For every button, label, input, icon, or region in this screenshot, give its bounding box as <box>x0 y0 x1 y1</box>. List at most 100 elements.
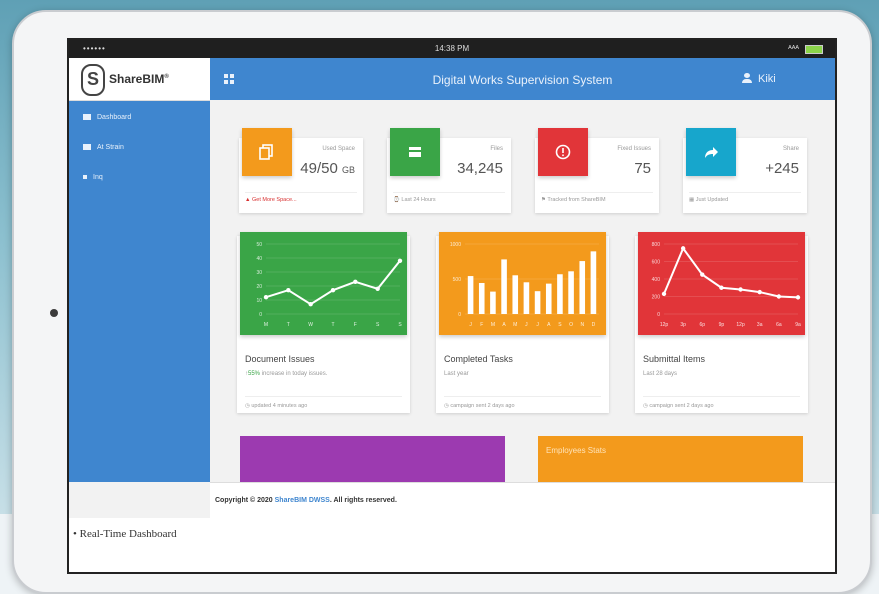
data-point <box>397 258 403 263</box>
chart-subtitle: Last year <box>444 371 469 377</box>
sidebar-item-label: Inq <box>93 174 103 181</box>
y-tick-label: 40 <box>256 256 262 262</box>
stat-label: Files <box>490 146 503 152</box>
data-point <box>661 291 667 297</box>
sidebar-item-dashboard[interactable]: Dashboard <box>83 114 131 121</box>
stat-footer[interactable]: ▲ Get More Space... <box>245 197 297 203</box>
chart-title: Submittal Items <box>643 354 706 364</box>
status-bar: •••••• 14:38 PM ᴬᴬᴬ <box>69 40 835 58</box>
y-tick-label: 50 <box>256 242 262 248</box>
x-tick-label: N <box>580 322 584 328</box>
stat-footer: ⌚ Last 24 Hours <box>393 197 436 203</box>
data-point <box>757 289 762 295</box>
chart-submittal-items: 0 200 400 600 800 12p 3p 6p 9p 12p 3a 6a 9a <box>638 232 805 335</box>
y-tick-label: 30 <box>256 270 262 276</box>
y-tick-label: 0 <box>657 312 660 318</box>
user-icon[interactable] <box>742 73 752 83</box>
bar <box>478 282 485 314</box>
caption: • Real-Time Dashboard <box>73 528 177 540</box>
y-tick-label: 800 <box>652 242 661 248</box>
chart-completed-tasks: 0 500 1000 J F M A M J J A S O N D <box>439 232 606 335</box>
stat-card-files[interactable]: Files 34,245 ⌚ Last 24 Hours <box>387 128 511 213</box>
x-tick-label: 9p <box>719 322 725 328</box>
chart-footer: ◷ campaign sent 2 days ago <box>643 396 800 409</box>
bar <box>557 274 563 314</box>
footer-brand-link[interactable]: ShareBIM DWSS <box>275 497 330 504</box>
chart-footer: ◷ updated 4 minutes ago <box>245 396 402 409</box>
x-tick-label: F <box>354 322 357 328</box>
bar <box>568 271 574 314</box>
y-tick-label: 0 <box>259 312 262 318</box>
stat-value: 49/50 GB <box>300 160 355 177</box>
x-tick-label: T <box>331 322 334 328</box>
info-icon <box>538 128 588 176</box>
divider <box>689 192 801 193</box>
chart-subtitle: ↑55% increase in today issues. <box>245 371 328 377</box>
bottom-card-title: Employees Stats <box>546 446 607 455</box>
stat-card-fixed-issues[interactable]: Fixed Issues 75 ⚑ Tracked from ShareBIM <box>535 128 659 213</box>
divider <box>245 192 357 193</box>
data-point <box>308 302 313 307</box>
stat-card-used-space[interactable]: Used Space 49/50 GB ▲ Get More Space... <box>239 128 363 213</box>
x-tick-label: M <box>491 322 495 328</box>
x-tick-label: 12p <box>736 322 745 328</box>
x-tick-label: A <box>547 322 551 328</box>
bar <box>545 283 552 314</box>
copyright: Copyright © 2020 ShareBIM DWSS. All righ… <box>215 497 397 504</box>
chart-footer: ◷ campaign sent 2 days ago <box>444 396 601 409</box>
user-name[interactable]: Kiki <box>758 73 776 85</box>
x-tick-label: 3p <box>680 322 686 328</box>
chart-card-submittal-items[interactable]: 0 200 400 600 800 12p 3p 6p 9p 12p 3a 6a 9a Submitta… <box>635 232 808 413</box>
series-line <box>265 260 401 306</box>
x-tick-label: 9a <box>795 322 801 328</box>
data-point <box>353 279 358 284</box>
stat-label: Share <box>782 146 799 152</box>
bar <box>501 259 507 314</box>
y-tick-label: 1000 <box>450 242 461 248</box>
x-tick-label: 6p <box>700 322 706 328</box>
data-point <box>680 246 686 251</box>
x-tick-label: O <box>569 322 573 328</box>
logo[interactable]: S ShareBIM® <box>69 58 210 101</box>
chart-title: Completed Tasks <box>444 354 513 364</box>
y-tick-label: 400 <box>652 277 661 283</box>
data-point <box>776 294 782 299</box>
sidebar-item-inq[interactable]: Inq <box>83 174 103 181</box>
battery-icon <box>805 45 823 54</box>
x-tick-label: 12p <box>660 322 669 328</box>
home-icon <box>83 144 91 151</box>
sidebar-item-at-strain[interactable]: At Strain <box>83 144 124 151</box>
y-tick-label: 200 <box>652 295 661 301</box>
data-point <box>286 288 291 293</box>
tablet-screen: •••••• 14:38 PM ᴬᴬᴬ S ShareBIM® Dashboar… <box>67 38 837 574</box>
x-tick-label: J <box>536 322 539 328</box>
y-tick-label: 10 <box>256 298 262 304</box>
stat-label: Used Space <box>322 146 355 152</box>
data-point <box>719 285 724 290</box>
y-tick-label: 0 <box>458 312 461 318</box>
x-tick-label: J <box>469 322 472 328</box>
x-tick-label: M <box>513 322 517 328</box>
stat-value: 34,245 <box>457 160 503 177</box>
camera-dot <box>50 309 58 317</box>
chart-card-completed-tasks[interactable]: 0 500 1000 J F M A M J J A S O N D Completed Tasks Las… <box>436 232 609 413</box>
signal-indicator: ᴬᴬᴬ <box>788 44 799 53</box>
logo-mark-icon: S <box>81 64 105 96</box>
stat-footer: ⚑ Tracked from ShareBIM <box>541 197 606 203</box>
status-time: 14:38 PM <box>434 44 470 53</box>
x-tick-label: J <box>525 322 528 328</box>
caption-area: • Real-Time Dashboard <box>69 518 835 572</box>
sidebar: S ShareBIM® Dashboard At Strain Inq <box>69 58 210 482</box>
chart-subtitle: Last 28 days <box>643 371 678 377</box>
stat-value: +245 <box>765 160 799 177</box>
share-icon <box>686 128 736 176</box>
logo-text: ShareBIM® <box>109 72 169 86</box>
chart-card-document-issues[interactable]: 0 10 20 30 40 50 M T W T F S S Document Issues ↑55% … <box>237 232 410 413</box>
store-icon <box>390 128 440 176</box>
x-tick-label: T <box>287 322 290 328</box>
x-tick-label: S <box>398 322 402 328</box>
bar <box>490 291 496 314</box>
stat-card-share[interactable]: Share +245 ▦ Just Updated <box>683 128 807 213</box>
x-tick-label: F <box>480 322 483 328</box>
bar <box>579 261 586 314</box>
